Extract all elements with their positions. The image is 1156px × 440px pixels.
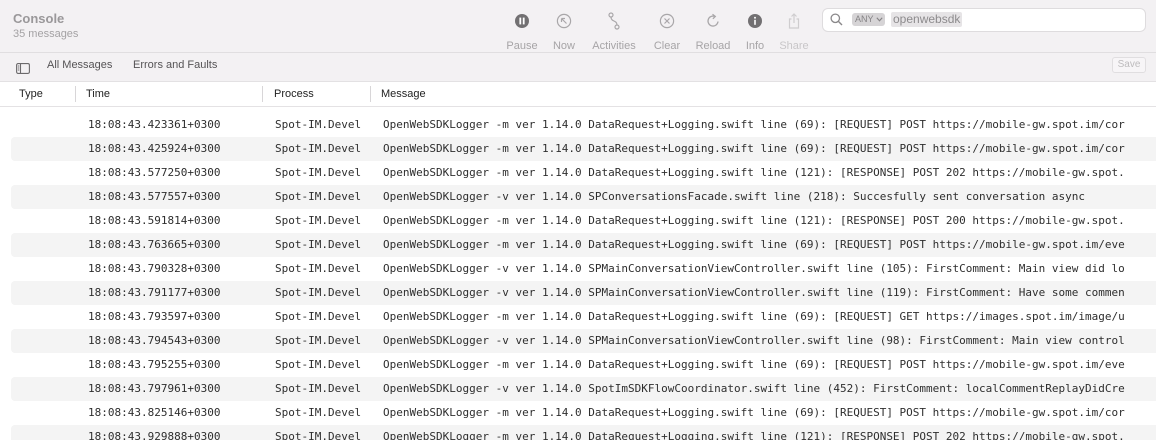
table-header: Type Time Process Message: [0, 82, 1156, 107]
row-message: OpenWebSDKLogger -v ver 1.14.0 SPMainCon…: [383, 262, 1125, 275]
toolbar: Console 35 messages Pause Now Activities…: [0, 0, 1156, 53]
column-divider[interactable]: [75, 86, 76, 102]
table-row[interactable]: 18:08:43.797961+0300 Spot-IM.Devel OpenW…: [11, 377, 1156, 401]
table-row[interactable]: 18:08:43.794543+0300 Spot-IM.Devel OpenW…: [11, 329, 1156, 353]
filter-errors-faults[interactable]: Errors and Faults: [133, 59, 217, 72]
column-divider[interactable]: [262, 86, 263, 102]
row-process: Spot-IM.Devel: [275, 430, 362, 440]
row-process: Spot-IM.Devel: [275, 406, 362, 419]
share-button[interactable]: Share: [769, 10, 819, 52]
row-message: OpenWebSDKLogger -m ver 1.14.0 DataReque…: [383, 358, 1125, 371]
save-button[interactable]: Save: [1112, 57, 1146, 73]
share-icon: [769, 10, 819, 32]
title-block: Console 35 messages: [13, 11, 78, 41]
row-process: Spot-IM.Devel: [275, 214, 362, 227]
table-row[interactable]: 18:08:43.790328+0300 Spot-IM.Devel OpenW…: [11, 257, 1156, 281]
search-scope-token[interactable]: ANY: [852, 13, 885, 26]
table-row[interactable]: 18:08:43.577557+0300 Spot-IM.Devel OpenW…: [11, 185, 1156, 209]
row-message: OpenWebSDKLogger -m ver 1.14.0 DataReque…: [383, 118, 1125, 131]
activities-icon: [589, 10, 639, 32]
search-field[interactable]: ANY openwebsdk: [822, 8, 1146, 32]
log-table-body: 18:08:43.423361+0300 Spot-IM.Devel OpenW…: [0, 113, 1156, 440]
table-row[interactable]: 18:08:43.795255+0300 Spot-IM.Devel OpenW…: [11, 353, 1156, 377]
sidebar-toggle-icon[interactable]: [16, 61, 30, 79]
row-time: 18:08:43.797961+0300: [88, 382, 221, 395]
row-time: 18:08:43.795255+0300: [88, 358, 221, 371]
row-message: OpenWebSDKLogger -m ver 1.14.0 DataReque…: [383, 166, 1125, 179]
column-type[interactable]: Type: [19, 88, 43, 101]
row-time: 18:08:43.425924+0300: [88, 142, 221, 155]
row-process: Spot-IM.Devel: [275, 382, 362, 395]
filter-bar: All Messages Errors and Faults Save: [0, 53, 1156, 82]
row-message: OpenWebSDKLogger -m ver 1.14.0 DataReque…: [383, 406, 1125, 419]
row-message: OpenWebSDKLogger -v ver 1.14.0 SPMainCon…: [383, 286, 1125, 299]
table-row[interactable]: 18:08:43.763665+0300 Spot-IM.Devel OpenW…: [11, 233, 1156, 257]
row-message: OpenWebSDKLogger -m ver 1.14.0 DataReque…: [383, 238, 1125, 251]
table-row[interactable]: 18:08:43.425924+0300 Spot-IM.Devel OpenW…: [11, 137, 1156, 161]
row-process: Spot-IM.Devel: [275, 118, 362, 131]
table-row[interactable]: 18:08:43.825146+0300 Spot-IM.Devel OpenW…: [11, 401, 1156, 425]
now-arrow-icon: [539, 10, 589, 32]
row-time: 18:08:43.794543+0300: [88, 334, 221, 347]
row-time: 18:08:43.790328+0300: [88, 262, 221, 275]
row-process: Spot-IM.Devel: [275, 142, 362, 155]
row-process: Spot-IM.Devel: [275, 310, 362, 323]
table-row[interactable]: 18:08:43.577250+0300 Spot-IM.Devel OpenW…: [11, 161, 1156, 185]
row-time: 18:08:43.591814+0300: [88, 214, 221, 227]
table-row[interactable]: 18:08:43.591814+0300 Spot-IM.Devel OpenW…: [11, 209, 1156, 233]
row-time: 18:08:43.423361+0300: [88, 118, 221, 131]
row-process: Spot-IM.Devel: [275, 286, 362, 299]
clear-button[interactable]: Clear: [642, 10, 692, 52]
row-message: OpenWebSDKLogger -m ver 1.14.0 DataReque…: [383, 310, 1125, 323]
row-message: OpenWebSDKLogger -m ver 1.14.0 DataReque…: [383, 214, 1125, 227]
search-scope-label: ANY: [855, 14, 874, 24]
row-time: 18:08:43.763665+0300: [88, 238, 221, 251]
row-process: Spot-IM.Devel: [275, 190, 362, 203]
app-title: Console: [13, 11, 65, 26]
share-label: Share: [779, 40, 809, 52]
row-message: OpenWebSDKLogger -m ver 1.14.0 DataReque…: [383, 142, 1125, 155]
row-time: 18:08:43.929888+0300: [88, 430, 221, 440]
console-window: Console 35 messages Pause Now Activities…: [0, 0, 1156, 440]
row-time: 18:08:43.825146+0300: [88, 406, 221, 419]
column-message[interactable]: Message: [381, 88, 426, 101]
table-row[interactable]: 18:08:43.793597+0300 Spot-IM.Devel OpenW…: [11, 305, 1156, 329]
search-term[interactable]: openwebsdk: [891, 12, 963, 27]
row-process: Spot-IM.Devel: [275, 166, 362, 179]
row-message: OpenWebSDKLogger -m ver 1.14.0 DataReque…: [383, 430, 1125, 440]
row-message: OpenWebSDKLogger -v ver 1.14.0 SpotImSDK…: [383, 382, 1125, 395]
row-process: Spot-IM.Devel: [275, 238, 362, 251]
message-count: 35 messages: [13, 28, 79, 40]
table-row[interactable]: 18:08:43.791177+0300 Spot-IM.Devel OpenW…: [11, 281, 1156, 305]
row-time: 18:08:43.791177+0300: [88, 286, 221, 299]
row-process: Spot-IM.Devel: [275, 262, 362, 275]
chevron-down-icon: [875, 17, 883, 22]
clear-label: Clear: [653, 40, 681, 52]
table-row[interactable]: 18:08:43.423361+0300 Spot-IM.Devel OpenW…: [11, 113, 1156, 137]
activities-label: Activities: [592, 40, 636, 52]
now-button[interactable]: Now: [539, 10, 589, 52]
table-row[interactable]: 18:08:43.929888+0300 Spot-IM.Devel OpenW…: [11, 425, 1156, 440]
column-divider[interactable]: [370, 86, 371, 102]
column-process[interactable]: Process: [274, 88, 314, 101]
now-label: Now: [552, 40, 575, 52]
clear-icon: [642, 10, 692, 32]
row-time: 18:08:43.793597+0300: [88, 310, 221, 323]
row-time: 18:08:43.577557+0300: [88, 190, 221, 203]
row-process: Spot-IM.Devel: [275, 334, 362, 347]
row-message: OpenWebSDKLogger -v ver 1.14.0 SPConvers…: [383, 190, 1085, 203]
row-time: 18:08:43.577250+0300: [88, 166, 221, 179]
row-message: OpenWebSDKLogger -v ver 1.14.0 SPMainCon…: [383, 334, 1125, 347]
row-process: Spot-IM.Devel: [275, 358, 362, 371]
filter-all-messages[interactable]: All Messages: [47, 59, 112, 72]
activities-button[interactable]: Activities: [589, 10, 639, 52]
column-time[interactable]: Time: [86, 88, 110, 101]
search-icon: [830, 13, 843, 31]
